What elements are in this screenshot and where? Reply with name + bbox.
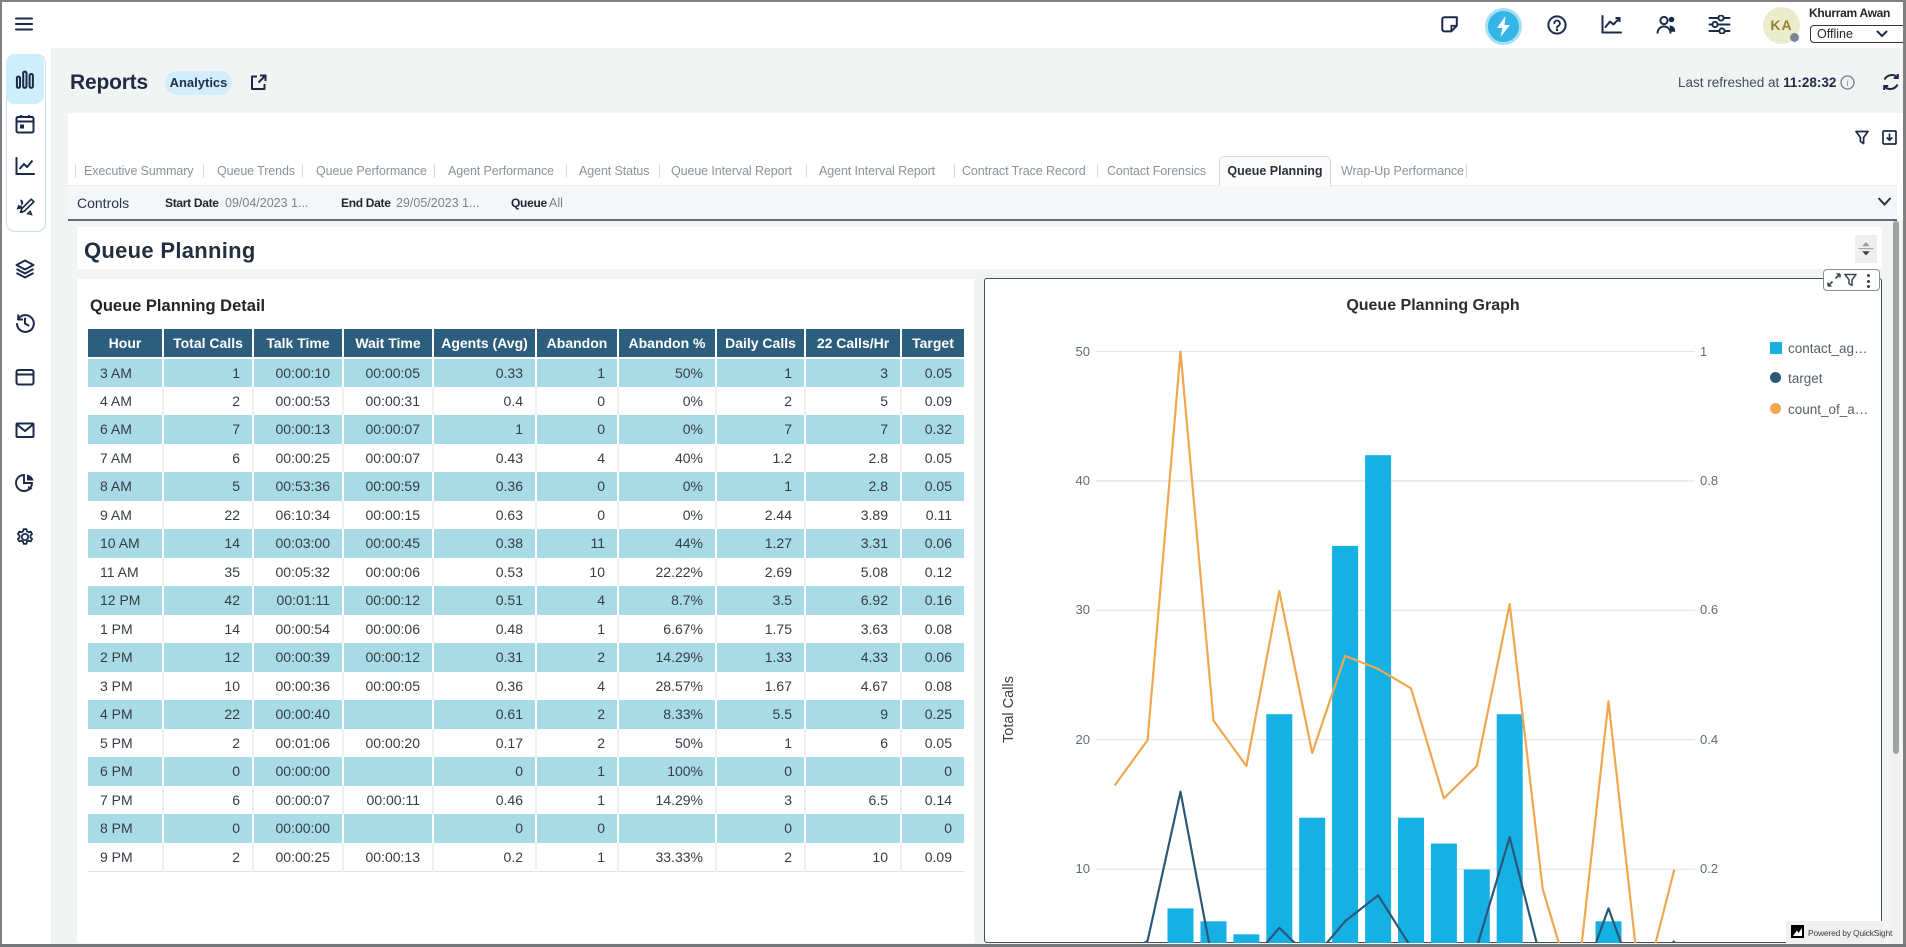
svg-text:i: i bbox=[1846, 78, 1849, 88]
